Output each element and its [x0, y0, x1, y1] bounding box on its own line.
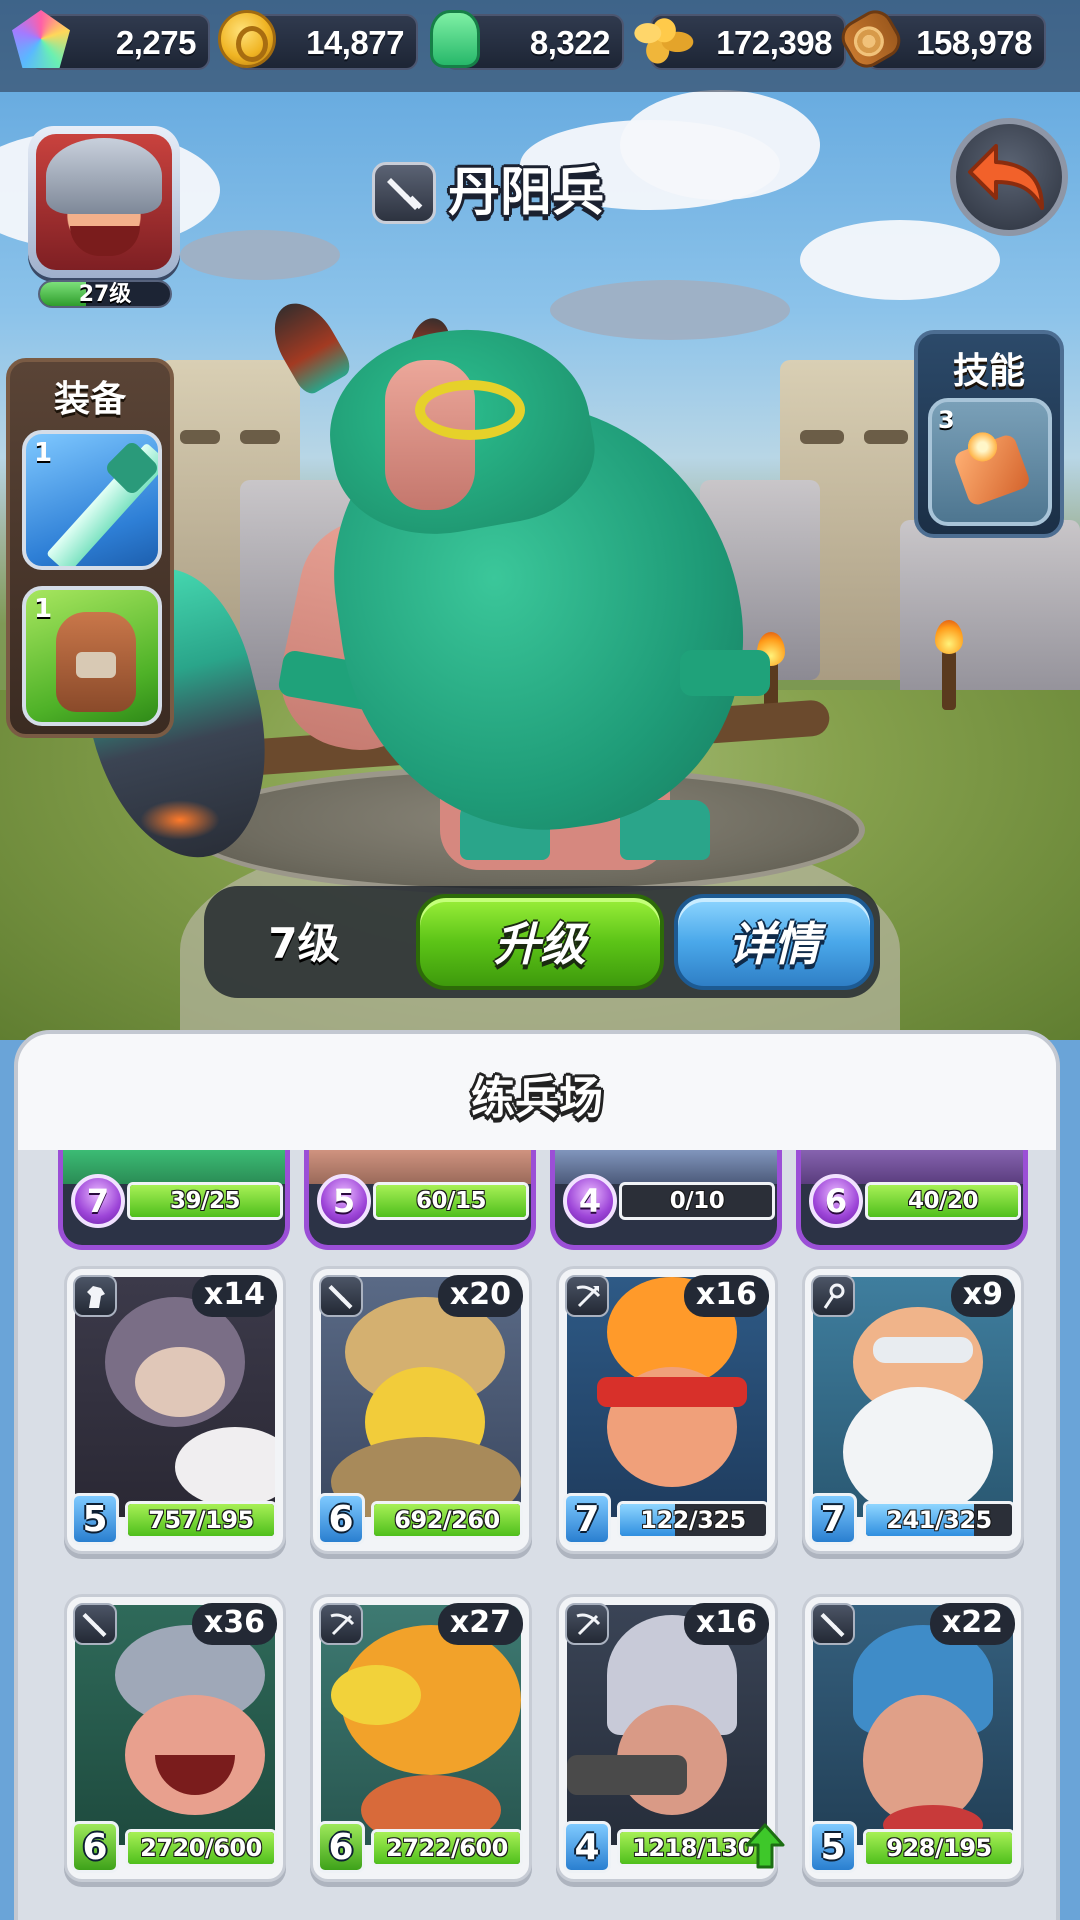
sword-icon [372, 162, 436, 224]
crossbow-icon [319, 1603, 363, 1645]
equipment-slot-armor[interactable]: 1 [22, 586, 162, 726]
upgrade-button[interactable]: 升级 [416, 894, 664, 990]
unit-card[interactable]: 4 0/10 [550, 1144, 782, 1250]
jade-icon [430, 10, 480, 68]
unit-level-badge: 7 [809, 1493, 857, 1545]
unit-progress-bar: 60/15 [373, 1182, 529, 1220]
unit-name: 丹阳兵 [448, 163, 605, 223]
unit-quantity: x27 [437, 1603, 523, 1645]
fire-scroll-icon [952, 432, 1032, 508]
unit-card[interactable]: 5 60/15 [304, 1144, 536, 1250]
back-button[interactable] [950, 118, 1068, 236]
equipment-count: 1 [34, 438, 53, 468]
unit-level-badge: 5 [71, 1493, 119, 1545]
unit-progress-bar: 40/20 [865, 1182, 1021, 1220]
unit-card[interactable]: x20 6 692/260 [310, 1266, 532, 1554]
unit-card[interactable]: x14 5 757/195 [64, 1266, 286, 1554]
unit-level-badge: 7 [71, 1174, 125, 1228]
unit-quantity: x16 [683, 1603, 769, 1645]
unit-model [57, 292, 831, 877]
unit-progress-bar: 0/10 [619, 1182, 775, 1220]
unit-card[interactable]: x16 7 122/325 [556, 1266, 778, 1554]
unit-progress-bar: 2722/600 [371, 1829, 523, 1867]
barracks-header: 练兵场 [18, 1034, 1056, 1150]
coin-icon [218, 10, 276, 68]
unit-card[interactable]: 7 39/25 [58, 1144, 290, 1250]
barracks-title: 练兵场 [471, 1073, 603, 1124]
player-avatar[interactable] [28, 126, 180, 278]
sword-icon [73, 1603, 117, 1645]
back-arrow-icon [968, 144, 1044, 210]
sword-icon [811, 1603, 855, 1645]
unit-level-badge: 4 [563, 1821, 611, 1873]
unit-level: 7级 [268, 919, 340, 968]
unit-level-badge: 5 [809, 1821, 857, 1873]
unit-level-badge: 5 [317, 1174, 371, 1228]
skill-title: 技能 [952, 351, 1025, 392]
unit-progress-bar: 692/260 [371, 1501, 523, 1539]
wood-count: 158,978 [916, 24, 1032, 61]
unit-action-bar: 7级 升级 详情 [204, 886, 880, 998]
skill-slot[interactable]: 3 [928, 398, 1052, 526]
wheat-count: 172,398 [716, 24, 832, 61]
crossbow-icon [565, 1603, 609, 1645]
equipment-title: 装备 [53, 379, 126, 420]
unit-level-badge: 4 [563, 1174, 617, 1228]
unit-quantity: x36 [191, 1603, 277, 1645]
barracks-panel: 7 39/25 5 60/15 4 0/10 6 40/20 练兵场 x14 5… [14, 1030, 1060, 1920]
unit-progress-bar: 757/195 [125, 1501, 277, 1539]
skill-count: 3 [938, 406, 955, 434]
unit-row-partial: 7 39/25 5 60/15 4 0/10 6 40/20 [18, 1144, 1056, 1254]
unit-level-badge: 7 [563, 1493, 611, 1545]
unit-card[interactable]: x36 6 2720/600 [64, 1594, 286, 1882]
unit-level-badge: 6 [317, 1821, 365, 1873]
unit-card[interactable]: 6 40/20 [796, 1144, 1028, 1250]
unit-progress-bar: 39/25 [127, 1182, 283, 1220]
unit-progress-bar: 928/195 [863, 1829, 1015, 1867]
skill-panel: 技能 3 [914, 330, 1064, 538]
unit-quantity: x14 [191, 1275, 277, 1317]
player-level-bar: 27级 [38, 280, 172, 308]
unit-quantity: x9 [950, 1275, 1015, 1317]
unit-level-badge: 6 [317, 1493, 365, 1545]
upgrade-arrow-icon [745, 1823, 785, 1869]
unit-card[interactable]: x9 7 241/325 [802, 1266, 1024, 1554]
equipment-count: 1 [34, 594, 53, 624]
unit-level-badge: 6 [809, 1174, 863, 1228]
leather-armor-icon [56, 612, 136, 712]
unit-level-badge: 6 [71, 1821, 119, 1873]
unit-quantity: x16 [683, 1275, 769, 1317]
staff-icon [811, 1275, 855, 1317]
unit-card[interactable]: x27 6 2722/600 [310, 1594, 532, 1882]
horse-icon [73, 1275, 117, 1317]
crossbow-icon [565, 1275, 609, 1317]
unit-progress-bar: 241/325 [863, 1501, 1015, 1539]
player-level-label: 27级 [78, 282, 132, 307]
unit-card[interactable]: x16 4 1218/130 [556, 1594, 785, 1882]
unit-quantity: x20 [437, 1275, 523, 1317]
unit-card[interactable]: x22 5 928/195 [802, 1594, 1024, 1882]
coin-count: 14,877 [306, 24, 404, 61]
details-button[interactable]: 详情 [674, 894, 874, 990]
unit-progress-bar: 122/325 [617, 1501, 769, 1539]
unit-progress-bar: 2720/600 [125, 1829, 277, 1867]
equipment-panel: 装备 1 1 [6, 358, 174, 738]
sword-icon [319, 1275, 363, 1317]
unit-quantity: x22 [929, 1603, 1015, 1645]
jade-count: 8,322 [529, 24, 611, 61]
gem-count: 2,275 [115, 24, 197, 61]
wheat-icon [628, 10, 694, 68]
equipment-slot-weapon[interactable]: 1 [22, 430, 162, 570]
